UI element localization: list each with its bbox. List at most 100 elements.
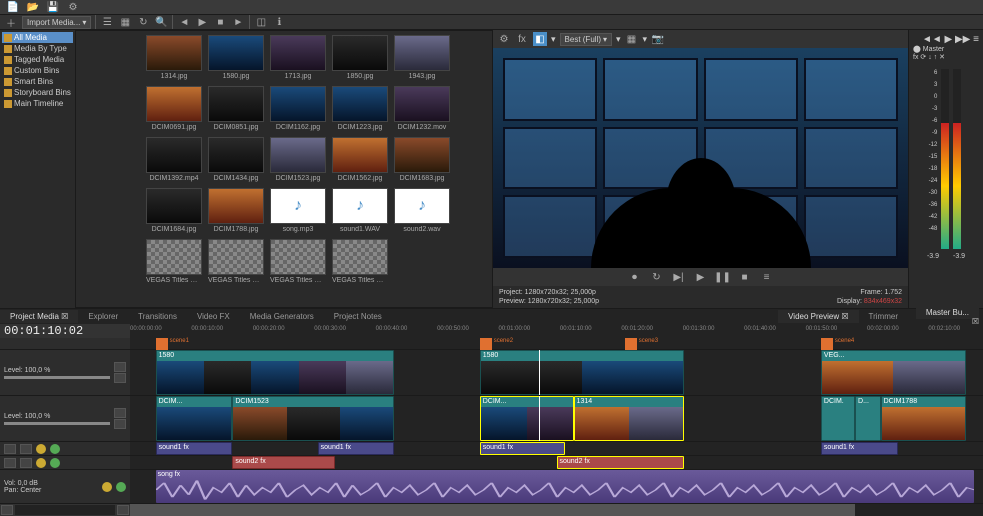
- media-thumb[interactable]: 1314.jpg: [146, 35, 202, 80]
- tab-video-preview[interactable]: Video Preview ☒: [778, 310, 858, 323]
- file-icon[interactable]: 📄: [6, 0, 20, 14]
- media-thumb[interactable]: DCIM1392.mp4: [146, 137, 202, 182]
- bin-custom-bins[interactable]: Custom Bins: [2, 65, 73, 76]
- track-arm-icon[interactable]: [36, 444, 46, 454]
- search-icon[interactable]: 🔍: [154, 15, 168, 29]
- bin-tagged-media[interactable]: Tagged Media: [2, 54, 73, 65]
- clip-v2a[interactable]: DCIM...: [156, 396, 233, 441]
- audio-track-1: sound1 fx sound1 fx sound1 fx sound1 fx: [0, 442, 983, 456]
- media-thumb[interactable]: VEGAS Titles & Text abstract: [146, 239, 202, 284]
- media-thumb[interactable]: DCIM1223.jpg: [332, 86, 388, 131]
- stop-button[interactable]: ■: [738, 270, 752, 284]
- end-icon[interactable]: ≡: [760, 270, 774, 284]
- media-thumb[interactable]: DCIM1684.jpg: [146, 188, 202, 233]
- media-thumb[interactable]: DCIM0691.jpg: [146, 86, 202, 131]
- grid-view-icon[interactable]: ▦: [118, 15, 132, 29]
- record-icon[interactable]: ⏺: [628, 270, 642, 284]
- clip-v2f[interactable]: D...: [855, 396, 881, 441]
- preview-quality-select[interactable]: Best (Full) ▾: [560, 33, 612, 46]
- media-thumb[interactable]: 1713.jpg: [270, 35, 326, 80]
- views-icon[interactable]: ◫: [254, 15, 268, 29]
- media-thumb[interactable]: 1943.jpg: [394, 35, 450, 80]
- media-thumb[interactable]: DCIM1232.mov: [394, 86, 450, 131]
- clip-v1a[interactable]: 1580: [156, 350, 395, 395]
- refresh-icon[interactable]: ↻: [136, 15, 150, 29]
- tab-explorer[interactable]: Explorer: [78, 310, 128, 323]
- play-button[interactable]: ▶: [694, 270, 708, 284]
- prev-icon[interactable]: ◄: [177, 15, 191, 29]
- timeline-ruler[interactable]: 00:00:00:0000:00:10:0000:00:20:0000:00:3…: [130, 324, 983, 338]
- open-icon[interactable]: 📂: [26, 0, 40, 14]
- timeline-scrollbar[interactable]: [130, 504, 983, 516]
- preview-snap-icon[interactable]: 📷: [651, 32, 665, 46]
- tab-trimmer[interactable]: Trimmer: [859, 310, 908, 323]
- media-thumb[interactable]: ♪song.mp3: [270, 188, 326, 233]
- loop-icon[interactable]: ↻: [650, 270, 664, 284]
- media-thumb[interactable]: ♪sound2.wav: [394, 188, 450, 233]
- tab-master-bus[interactable]: Master Bu...: [916, 306, 979, 319]
- clip-v1c[interactable]: VEG...: [821, 350, 966, 395]
- next-icon[interactable]: ►: [231, 15, 245, 29]
- media-thumb[interactable]: DCIM1562.jpg: [332, 137, 388, 182]
- clip-song[interactable]: song fx: [156, 470, 975, 503]
- bin-media-by-type[interactable]: Media By Type: [2, 43, 73, 54]
- add-icon[interactable]: ＋: [4, 15, 18, 29]
- save-icon[interactable]: 💾: [46, 0, 60, 14]
- clip-a2b[interactable]: sound2 fx: [557, 456, 685, 469]
- media-thumb[interactable]: DCIM0851.jpg: [208, 86, 264, 131]
- media-thumb[interactable]: VEGAS Titles & Text dark and bright: [270, 239, 326, 284]
- preview-overlay-icon[interactable]: ▦: [625, 32, 639, 46]
- gear-icon[interactable]: ⚙: [66, 0, 80, 14]
- clip-v2e[interactable]: DCIM.: [821, 396, 855, 441]
- region-marker[interactable]: scene2: [480, 338, 492, 350]
- panel-tabs: Project Media ☒ExplorerTransitionsVideo …: [0, 308, 983, 324]
- stop-icon[interactable]: ■: [213, 15, 227, 29]
- bin-smart-bins[interactable]: Smart Bins: [2, 76, 73, 87]
- media-thumb[interactable]: VEGAS Titles & Text The magic of light: [332, 239, 388, 284]
- import-media-button[interactable]: Import Media... ▾: [22, 16, 91, 29]
- clip-a1c[interactable]: sound1 fx: [480, 442, 565, 455]
- preview-info: Project: 1280x720x32; 25,000p Frame: 1.7…: [493, 286, 908, 308]
- bin-main-timeline[interactable]: Main Timeline: [2, 98, 73, 109]
- tab-transitions[interactable]: Transitions: [128, 310, 187, 323]
- clip-v2b[interactable]: DCIM1523: [232, 396, 394, 441]
- tab-media-generators[interactable]: Media Generators: [240, 310, 324, 323]
- tab-project-notes[interactable]: Project Notes: [324, 310, 392, 323]
- pause-button[interactable]: ❚❚: [716, 270, 730, 284]
- clip-v1b[interactable]: 1580: [480, 350, 685, 395]
- region-marker[interactable]: scene1: [156, 338, 168, 350]
- media-thumb[interactable]: DCIM1788.jpg: [208, 188, 264, 233]
- media-thumb[interactable]: VEGAS Titles & Text dark: [208, 239, 264, 284]
- region-marker[interactable]: scene3: [625, 338, 637, 350]
- tab-project-media[interactable]: Project Media ☒: [0, 310, 78, 323]
- media-thumb[interactable]: 1850.jpg: [332, 35, 388, 80]
- media-thumb[interactable]: ♪sound1.WAV: [332, 188, 388, 233]
- solo-button[interactable]: [114, 373, 126, 383]
- media-thumb[interactable]: DCIM1683.jpg: [394, 137, 450, 182]
- bin-all-media[interactable]: All Media: [2, 32, 73, 43]
- video-track-1: Level: 100,0 % 1580 1580 VEG...: [0, 350, 983, 396]
- play-from-start-icon[interactable]: ▶|: [672, 270, 686, 284]
- preview-fx-icon[interactable]: fx: [515, 32, 529, 46]
- media-thumb[interactable]: DCIM1162.jpg: [270, 86, 326, 131]
- clip-a1d[interactable]: sound1 fx: [821, 442, 898, 455]
- media-thumb[interactable]: DCIM1523.jpg: [270, 137, 326, 182]
- clip-a1b[interactable]: sound1 fx: [318, 442, 395, 455]
- mute-button[interactable]: [114, 362, 126, 372]
- preview-panel: ⚙ fx ◧ ▾ Best (Full) ▾ ▾ ▦ ▾ 📷 ⏺ ↻ ▶| ▶ …: [493, 30, 908, 308]
- bin-storyboard-bins[interactable]: Storyboard Bins: [2, 87, 73, 98]
- play-icon[interactable]: ▶: [195, 15, 209, 29]
- clip-a1a[interactable]: sound1 fx: [156, 442, 233, 455]
- info-view-icon[interactable]: ℹ: [272, 15, 286, 29]
- clip-v2g[interactable]: DCIM1788: [881, 396, 966, 441]
- region-marker[interactable]: scene4: [821, 338, 833, 350]
- media-thumb[interactable]: DCIM1434.jpg: [208, 137, 264, 182]
- clip-v2d[interactable]: 1314: [574, 396, 685, 441]
- tab-video-fx[interactable]: Video FX: [187, 310, 240, 323]
- clip-a2a[interactable]: sound2 fx: [232, 456, 334, 469]
- clip-v2c[interactable]: DCIM...: [480, 396, 574, 441]
- preview-split-icon[interactable]: ◧: [533, 32, 547, 46]
- media-thumb[interactable]: 1580.jpg: [208, 35, 264, 80]
- list-view-icon[interactable]: ☰: [100, 15, 114, 29]
- preview-gear-icon[interactable]: ⚙: [497, 32, 511, 46]
